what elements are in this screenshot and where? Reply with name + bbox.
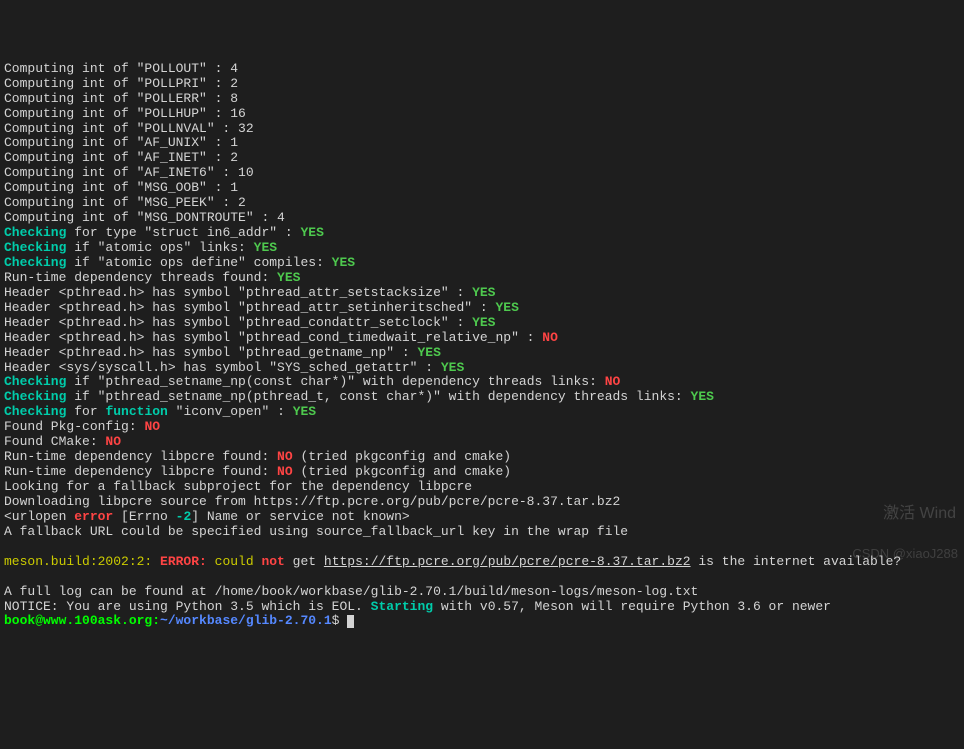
output-line: meson.build:2002:2: ERROR: could not get…: [4, 555, 960, 570]
prompt-line[interactable]: book@www.100ask.org:~/workbase/glib-2.70…: [4, 614, 960, 629]
output-line: Computing int of "AF_INET" : 2: [4, 151, 960, 166]
output-line: Run-time dependency libpcre found: NO (t…: [4, 465, 960, 480]
output-line: Header <pthread.h> has symbol "pthread_c…: [4, 316, 960, 331]
output-line: Checking if "pthread_setname_np(pthread_…: [4, 390, 960, 405]
output-line: <urlopen error [Errno -2] Name or servic…: [4, 510, 960, 525]
output-line: Header <pthread.h> has symbol "pthread_g…: [4, 346, 960, 361]
terminal-output: Computing int of "POLLOUT" : 4Computing …: [4, 62, 960, 630]
output-line: [4, 540, 960, 555]
output-line: NOTICE: You are using Python 3.5 which i…: [4, 600, 960, 615]
output-line: Computing int of "POLLHUP" : 16: [4, 107, 960, 122]
output-line: Computing int of "MSG_DONTROUTE" : 4: [4, 211, 960, 226]
output-line: [4, 570, 960, 585]
output-line: Computing int of "POLLOUT" : 4: [4, 62, 960, 77]
output-line: Computing int of "POLLERR" : 8: [4, 92, 960, 107]
output-line: Run-time dependency threads found: YES: [4, 271, 960, 286]
output-line: Computing int of "POLLNVAL" : 32: [4, 122, 960, 137]
output-line: Header <sys/syscall.h> has symbol "SYS_s…: [4, 361, 960, 376]
output-line: Computing int of "AF_INET6" : 10: [4, 166, 960, 181]
output-line: Downloading libpcre source from https://…: [4, 495, 960, 510]
output-line: Computing int of "MSG_OOB" : 1: [4, 181, 960, 196]
output-line: Header <pthread.h> has symbol "pthread_a…: [4, 301, 960, 316]
output-line: Run-time dependency libpcre found: NO (t…: [4, 450, 960, 465]
output-line: Computing int of "AF_UNIX" : 1: [4, 136, 960, 151]
output-line: A fallback URL could be specified using …: [4, 525, 960, 540]
output-line: Header <pthread.h> has symbol "pthread_a…: [4, 286, 960, 301]
output-line: Computing int of "MSG_PEEK" : 2: [4, 196, 960, 211]
output-line: Checking if "atomic ops" links: YES: [4, 241, 960, 256]
watermark-activate-windows: 激活 Wind: [883, 505, 956, 523]
output-line: Computing int of "POLLPRI" : 2: [4, 77, 960, 92]
watermark-csdn: CSDN @xiaoJ288: [852, 547, 958, 562]
output-line: Checking for function "iconv_open" : YES: [4, 405, 960, 420]
output-line: A full log can be found at /home/book/wo…: [4, 585, 960, 600]
output-line: Checking if "atomic ops define" compiles…: [4, 256, 960, 271]
output-line: Checking if "pthread_setname_np(const ch…: [4, 375, 960, 390]
output-line: Found Pkg-config: NO: [4, 420, 960, 435]
output-line: Looking for a fallback subproject for th…: [4, 480, 960, 495]
output-line: Found CMake: NO: [4, 435, 960, 450]
output-line: Checking for type "struct in6_addr" : YE…: [4, 226, 960, 241]
cursor: [347, 615, 354, 628]
output-line: Header <pthread.h> has symbol "pthread_c…: [4, 331, 960, 346]
